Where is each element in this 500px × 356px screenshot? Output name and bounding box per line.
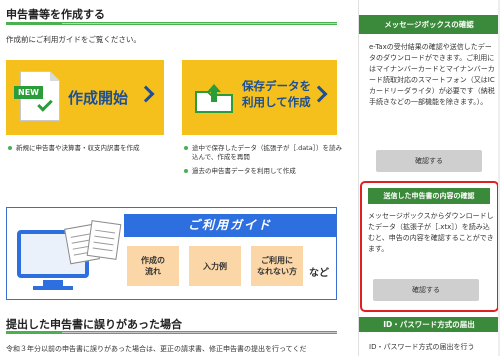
id-password-heading: ID・パスワード方式の届出 <box>359 317 499 332</box>
resume-card-bullets: 途中で保存したデータ（拡張子が［.data］）を読み込んで、作成を再開 過去の申… <box>184 144 344 181</box>
guide-etc-label: など <box>309 268 329 279</box>
user-guide-title: ご利用ガイド <box>124 214 336 237</box>
start-create-card[interactable]: NEW 作成開始 <box>6 60 164 135</box>
guide-unavailable-button[interactable]: ご利用に なれない方 <box>251 246 303 286</box>
new-document-icon: NEW <box>14 71 60 121</box>
section-divider <box>6 22 337 25</box>
section-title-create: 申告書等を作成する <box>6 8 105 21</box>
user-guide-banner: ご利用ガイド 作成の 流れ 入力例 ご利用に なれない方 など <box>6 207 337 300</box>
submitted-check-confirm-button[interactable]: 確認する <box>373 279 479 301</box>
submitted-check-heading: 送信した申告書の内容の確認 <box>368 188 490 204</box>
main-content: 申告書等を作成する 作成前にご利用ガイドをご覧ください。 NEW 作成開始 保存… <box>0 0 350 356</box>
submitted-check-text: メッセージボックスからダウンロードしたデータ（拡張子が［.xtx］）を読み込むと… <box>368 212 494 253</box>
resume-create-card[interactable]: 保存データを 利用して作成 <box>182 60 337 135</box>
id-password-text[interactable]: ID・パスワード方式の届出を行う <box>369 342 497 353</box>
folder-upload-icon <box>195 84 233 113</box>
guide-flow-button[interactable]: 作成の 流れ <box>127 246 179 286</box>
guide-example-button[interactable]: 入力例 <box>189 246 241 286</box>
document-icon <box>86 220 122 260</box>
message-box-text: e-Taxの受付結果の確認や送信したデータのダウンロードができます。ご利用にはマ… <box>369 43 495 106</box>
create-lead-text: 作成前にご利用ガイドをご覧ください。 <box>6 35 141 44</box>
section-title-error: 提出した申告書に誤りがあった場合 <box>6 318 182 331</box>
chevron-right-icon <box>137 85 155 103</box>
submitted-check-panel: 送信した申告書の内容の確認 メッセージボックスからダウンロードしたデータ（拡張子… <box>360 181 499 312</box>
new-badge: NEW <box>14 86 43 99</box>
error-section-text: 令和３年分以前の申告書に誤りがあった場合は、更正の請求書、修正申告書の提出を行っ… <box>6 345 307 353</box>
sidebar: メッセージボックスの確認 e-Taxの受付結果の確認や送信したデータのダウンロー… <box>358 0 500 356</box>
start-card-bullets: 新規に申告書や決算書・収支内訳書を作成 <box>8 144 168 158</box>
start-create-title: 作成開始 <box>68 89 129 107</box>
list-item: 途中で保存したデータ（拡張子が［.data］）を読み込んで、作成を再開 <box>184 144 344 162</box>
message-box-confirm-button[interactable]: 確認する <box>376 150 482 172</box>
message-box-heading: メッセージボックスの確認 <box>359 15 499 34</box>
section-divider <box>6 331 337 334</box>
list-item: 過去の申告書データを利用して作成 <box>184 167 344 176</box>
list-item: 新規に申告書や決算書・収支内訳書を作成 <box>8 144 168 153</box>
